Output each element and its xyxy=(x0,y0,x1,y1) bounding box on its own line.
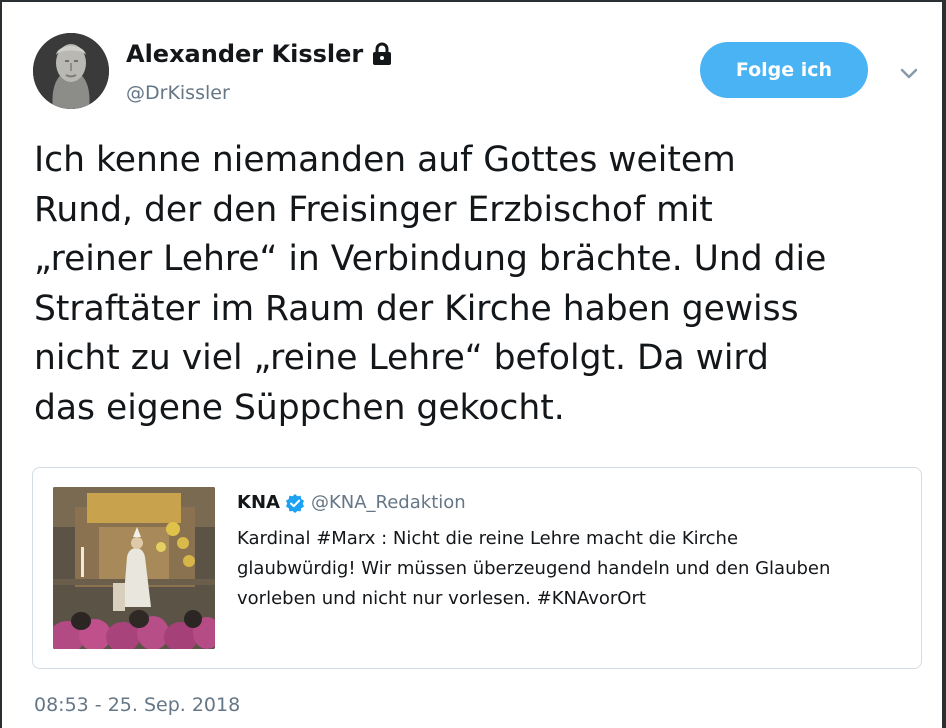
quoted-author-name[interactable]: KNA xyxy=(237,492,280,513)
tweet-text: Ich kenne niemanden auf Gottes weitem Ru… xyxy=(34,136,929,433)
lock-icon xyxy=(373,42,392,65)
tweet-text-line: Ich kenne niemanden auf Gottes weitem xyxy=(34,140,736,180)
chevron-down-icon[interactable] xyxy=(898,62,920,84)
tweet-card: Alexander Kissler @DrKissler Folge ich I… xyxy=(2,2,942,728)
verified-badge-icon xyxy=(285,493,304,513)
tweet-text-line: „reiner Lehre“ in Verbindung brächte. Un… xyxy=(34,239,827,279)
tweet-text-line: nicht zu viel „reine Lehre“ befolgt. Da … xyxy=(34,338,769,378)
quoted-text-line: Kardinal #Marx : Nicht die reine Lehre m… xyxy=(237,528,739,549)
tweet-text-line: das eigene Süppchen gekocht. xyxy=(34,387,565,428)
quoted-text-line: glaubwürdig! Wir müssen überzeugend hand… xyxy=(237,558,831,579)
follow-button[interactable]: Folge ich xyxy=(700,42,868,98)
author-name[interactable]: Alexander Kissler xyxy=(126,40,393,68)
quoted-tweet-image[interactable] xyxy=(53,487,215,649)
author-handle[interactable]: @DrKissler xyxy=(126,82,230,104)
avatar-statue-portrait xyxy=(33,33,109,109)
church-altar-photo xyxy=(53,487,215,649)
avatar[interactable] xyxy=(33,33,109,109)
quoted-author-handle[interactable]: @KNA_Redaktion xyxy=(311,492,466,513)
quoted-text-line: vorleben und nicht nur vorlesen. #KNAvor… xyxy=(237,588,646,609)
author-display-name[interactable]: Alexander Kissler xyxy=(126,40,363,68)
quoted-tweet-header: KNA @KNA_Redaktion xyxy=(237,492,466,513)
tweet-timestamp[interactable]: 08:53 - 25. Sep. 2018 xyxy=(34,694,240,716)
quoted-tweet[interactable]: KNA @KNA_Redaktion Kardinal #Marx : Nich… xyxy=(32,467,922,669)
quoted-tweet-text: Kardinal #Marx : Nicht die reine Lehre m… xyxy=(237,524,907,614)
tweet-text-line: Straftäter im Raum der Kirche haben gewi… xyxy=(34,288,799,329)
tweet-text-line: Rund, der den Freisinger Erzbischof mit xyxy=(34,189,713,230)
